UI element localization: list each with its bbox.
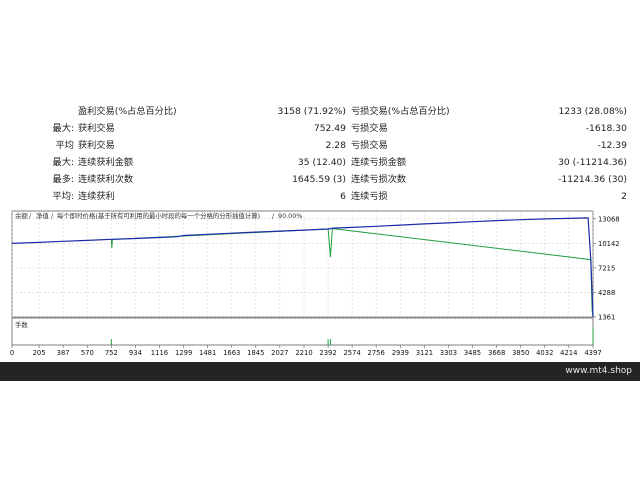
row-prefix: 最大: <box>52 157 74 168</box>
loss-value: -12.39 <box>597 140 627 151</box>
stats-row: 平均: 连续获利 6 连续亏损 2 <box>0 188 640 205</box>
x-tick-label: 2756 <box>368 349 385 357</box>
y-tick-label: 1361 <box>598 314 615 322</box>
x-tick-label: 2210 <box>295 349 312 357</box>
row-prefix: 最多: <box>52 174 74 185</box>
stats-row: 最多: 连续获利次数 1645.59 (3) 连续亏损次数 -11214.36 (30) <box>0 171 640 188</box>
win-value: 2.28 <box>325 140 346 151</box>
loss-value: 30 (-11214.36) <box>558 157 627 168</box>
loss-label: 亏损交易 <box>351 140 388 151</box>
x-tick-label: 4397 <box>584 349 601 357</box>
win-value: 6 <box>340 191 346 202</box>
x-tick-label: 0 <box>10 349 14 357</box>
balance-chart: 13068 10142 7215 4288 1361 0 205 387 570 752 934 1… <box>0 206 640 362</box>
loss-value: -11214.36 (30) <box>558 174 627 185</box>
win-label: 连续获利 <box>78 191 115 202</box>
x-tick-label: 1116 <box>151 349 168 357</box>
x-tick-label: 4214 <box>560 349 577 357</box>
chart-canvas: 13068 10142 7215 4288 1361 0 205 387 570 752 934 1… <box>10 210 620 357</box>
x-tick-label: 3303 <box>440 349 457 357</box>
x-tick-label: 752 <box>105 349 118 357</box>
main-panel-frame <box>11 210 594 318</box>
x-tick-label: 934 <box>129 349 142 357</box>
stats-row: 盈利交易(%占总百分比) 3158 (71.92%) 亏损交易(%占总百分比) 123… <box>0 103 640 120</box>
y-tick-label: 13068 <box>598 215 620 223</box>
volume-panel-label: 手数 <box>15 320 28 329</box>
x-tick-label: 570 <box>81 349 94 357</box>
stats-row: 平均 获利交易 2.28 亏损交易 -12.39 <box>0 137 640 154</box>
win-value: 35 (12.40) <box>297 157 346 168</box>
x-tick-label: 2939 <box>392 349 409 357</box>
site-watermark: www.mt4.shop <box>565 366 632 376</box>
x-axis-ticks: 0 205 387 570 752 934 1116 1299 1481 1663 1845 2027… <box>10 345 602 357</box>
x-tick-label: 1481 <box>199 349 216 357</box>
y-tick-label: 10142 <box>598 240 620 248</box>
x-tick-label: 4032 <box>536 349 553 357</box>
row-prefix: 最大: <box>52 123 74 134</box>
statistics-table: 盈利交易(%占总百分比) 3158 (71.92%) 亏损交易(%占总百分比) 123… <box>0 102 640 206</box>
loss-label: 亏损交易(%占总百分比) <box>351 106 450 117</box>
loss-value: 2 <box>621 191 627 202</box>
x-tick-label: 3668 <box>488 349 505 357</box>
x-tick-label: 3121 <box>416 349 433 357</box>
x-tick-label: 387 <box>57 349 70 357</box>
win-label: 获利交易 <box>78 123 115 134</box>
win-label: 连续获利金额 <box>78 157 134 168</box>
stats-row: 最大: 连续获利金额 35 (12.40) 连续亏损金额 30 (-11214.36) <box>0 154 640 171</box>
loss-label: 亏损交易 <box>351 123 388 134</box>
loss-value: -1618.30 <box>585 123 627 134</box>
legend-quality: 90.00% <box>278 212 302 220</box>
loss-value: 1233 (28.08%) <box>558 106 627 117</box>
legend-description: 每个即时价格(基于所有可利用的最小时段的每一个分格的分形插值计算) <box>57 211 260 220</box>
stats-row: 最大: 获利交易 752.49 亏损交易 -1618.30 <box>0 120 640 137</box>
x-tick-label: 205 <box>33 349 46 357</box>
x-tick-label: 1845 <box>247 349 264 357</box>
footer-bar: www.mt4.shop <box>0 362 640 381</box>
x-tick-label: 2392 <box>319 349 336 357</box>
win-label: 获利交易 <box>78 140 115 151</box>
loss-label: 连续亏损 <box>351 191 388 202</box>
y-tick-label: 4288 <box>598 289 615 297</box>
y-axis-ticks: 13068 10142 7215 4288 1361 <box>593 215 620 322</box>
x-tick-label: 3485 <box>464 349 481 357</box>
win-value: 752.49 <box>313 123 346 134</box>
x-tick-label: 2027 <box>271 349 288 357</box>
row-prefix: 平均: <box>52 191 74 202</box>
legend-balance: 余额 <box>15 211 28 220</box>
x-tick-label: 3850 <box>512 349 529 357</box>
loss-label: 连续亏损金额 <box>351 157 407 168</box>
win-label: 连续获利次数 <box>78 174 134 185</box>
y-tick-label: 7215 <box>598 264 615 272</box>
win-label: 盈利交易(%占总百分比) <box>78 106 177 117</box>
loss-label: 连续亏损次数 <box>351 174 407 185</box>
chart-legend: 余额 / 净值 / 每个即时价格(基于所有可利用的最小时段的每一个分格的分形插值… <box>15 211 302 220</box>
win-value: 1645.59 (3) <box>292 174 346 185</box>
win-value: 3158 (71.92%) <box>277 106 346 117</box>
x-tick-label: 1663 <box>223 349 240 357</box>
volume-panel-frame <box>11 317 594 346</box>
row-prefix: 平均 <box>55 140 74 151</box>
x-tick-label: 1299 <box>175 349 192 357</box>
legend-equity: 净值 <box>36 211 49 220</box>
x-tick-label: 2574 <box>343 349 360 357</box>
